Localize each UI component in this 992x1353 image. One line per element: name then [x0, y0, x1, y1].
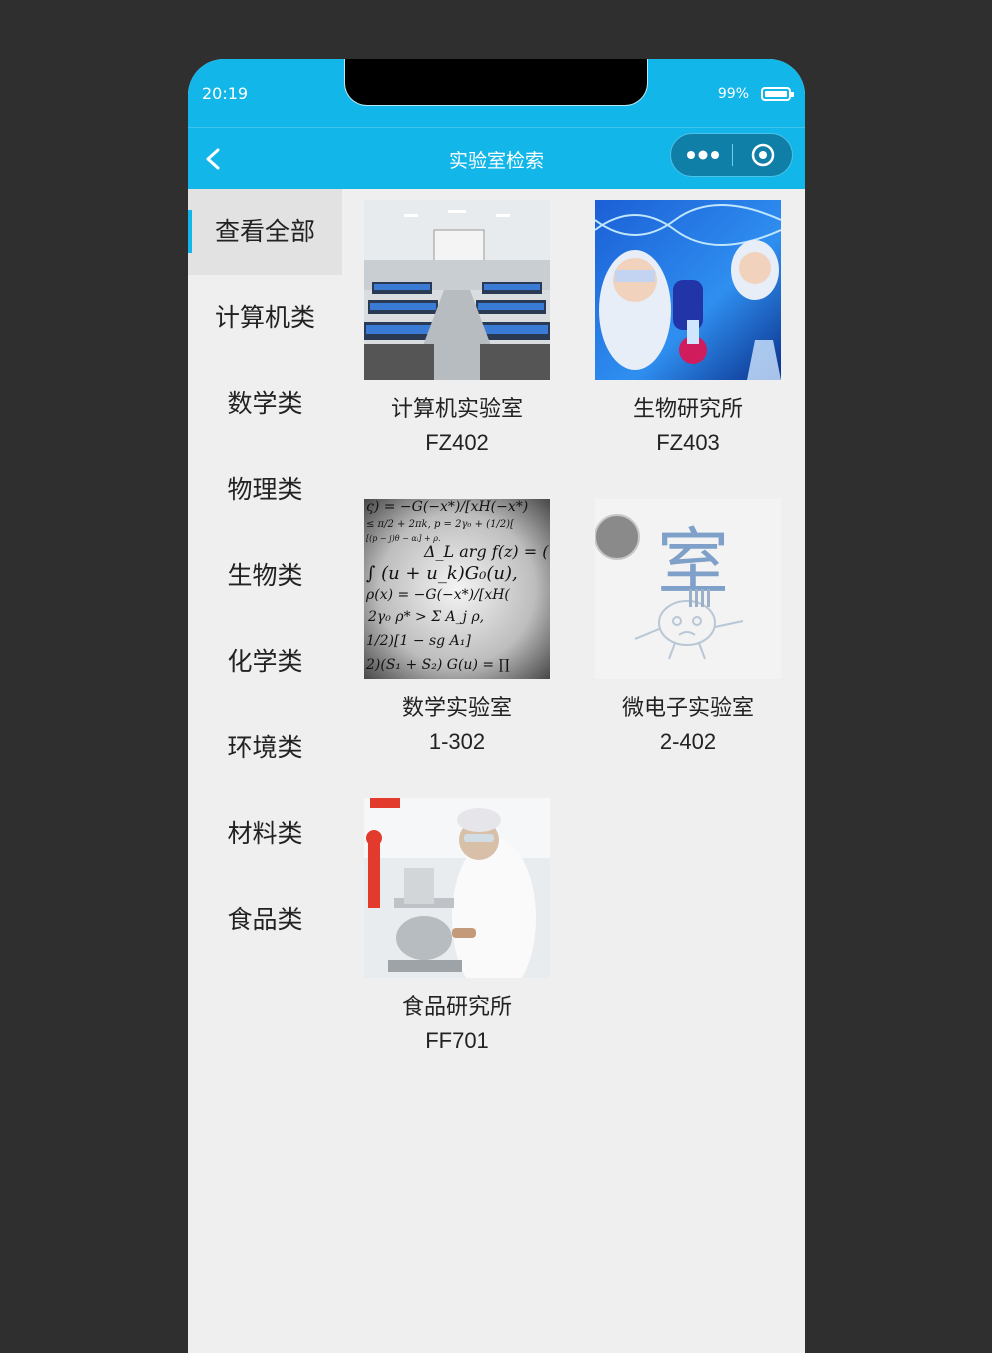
svg-text:∫ (u + u_k)G₀(u),: ∫ (u + u_k)G₀(u),: [366, 563, 518, 584]
biology-research-image: [595, 200, 781, 380]
computer-lab-image: [364, 200, 550, 380]
placeholder-image: 室: [595, 499, 781, 679]
sidebar-item[interactable]: 生物类: [188, 533, 342, 619]
lab-name: 生物研究所: [632, 397, 743, 422]
svg-text:≤ π/2 + 2πk, p = 2γ₀ + (1/2): ≤ π/2 + 2πk, p = 2γ₀ + (1/2)[: [366, 519, 514, 530]
placeholder-glyph: 室: [657, 520, 729, 604]
sidebar-item[interactable]: 查看全部: [188, 189, 342, 275]
lab-name: 数学实验室: [401, 696, 512, 721]
lab-card[interactable]: 室 微电子实验室 2-402: [595, 499, 781, 759]
lab-code: FZ402: [425, 430, 489, 455]
phone-screen: 20:19 99% 实验室检索 查看全部 计算机类 数学类 物理类 生物类 化学类 环境类材…: [188, 59, 805, 1353]
svg-text:Δ_L arg f(z) = (: Δ_L arg f(z) = (: [423, 542, 549, 561]
miniprogram-capsule: [670, 133, 793, 177]
svg-text:1/2)[1 − sg A₁]: 1/2)[1 − sg A₁]: [366, 633, 471, 649]
battery-icon: [761, 87, 794, 101]
lab-code: FZ403: [656, 430, 720, 455]
battery-percent: 99%: [717, 86, 749, 102]
sidebar-item[interactable]: 化学类: [188, 619, 342, 705]
lab-card[interactable]: 计算机实验室 FZ402: [364, 200, 550, 460]
sidebar-item[interactable]: 食品类: [188, 877, 342, 963]
svg-text:ρ(x) = −G(−x*)/[xH(: ρ(x) = −G(−x*)/[xH(: [365, 587, 510, 603]
math-formulas-image: ς) = −G(−x*)/[xH(−x*) ≤ π/2 + 2πk, p = 2…: [364, 499, 550, 679]
lab-name: 食品研究所: [401, 995, 512, 1020]
lab-card[interactable]: 生物研究所 FZ403: [595, 200, 781, 460]
sidebar-item[interactable]: 数学类: [188, 361, 342, 447]
lab-card[interactable]: 食品研究所 FF701: [364, 798, 550, 1058]
sidebar-item[interactable]: 计算机类: [188, 275, 342, 361]
navigation-bar: 实验室检索: [188, 127, 805, 189]
food-research-image: [364, 798, 550, 978]
lab-name: 计算机实验室: [390, 397, 523, 422]
lab-name: 微电子实验室: [621, 696, 754, 721]
sidebar-item[interactable]: 材料类: [188, 791, 342, 877]
sidebar-item[interactable]: 物理类: [188, 447, 342, 533]
status-time: 20:19: [202, 84, 249, 103]
svg-text:ς) = −G(−x*)/[xH(−x*): ς) = −G(−x*)/[xH(−x*): [366, 499, 528, 515]
lab-code: FF701: [425, 1028, 489, 1053]
category-sidebar: 查看全部 计算机类 数学类 物理类 生物类 化学类 环境类 材料类 食品类: [188, 189, 342, 963]
svg-text:2γ₀ ρ* > Σ A_j ρ,: 2γ₀ ρ* > Σ A_j ρ,: [367, 609, 484, 625]
lab-code: 2-402: [659, 729, 717, 754]
status-bar: 20:19 99%: [188, 59, 805, 127]
capsule-divider: [732, 144, 733, 166]
svg-text:2)(S₁ + S₂) G(u) = ∏: 2)(S₁ + S₂) G(u) = ∏: [365, 657, 510, 673]
lab-card[interactable]: ς) = −G(−x*)/[xH(−x*) ≤ π/2 + 2πk, p = 2…: [364, 499, 550, 759]
battery-fill: [765, 91, 787, 97]
lab-code: 1-302: [428, 729, 486, 754]
sidebar-item[interactable]: 环境类: [188, 705, 342, 791]
more-options-button[interactable]: [679, 140, 727, 170]
close-miniprogram-button[interactable]: [743, 140, 783, 170]
camera-notch: [345, 59, 647, 105]
